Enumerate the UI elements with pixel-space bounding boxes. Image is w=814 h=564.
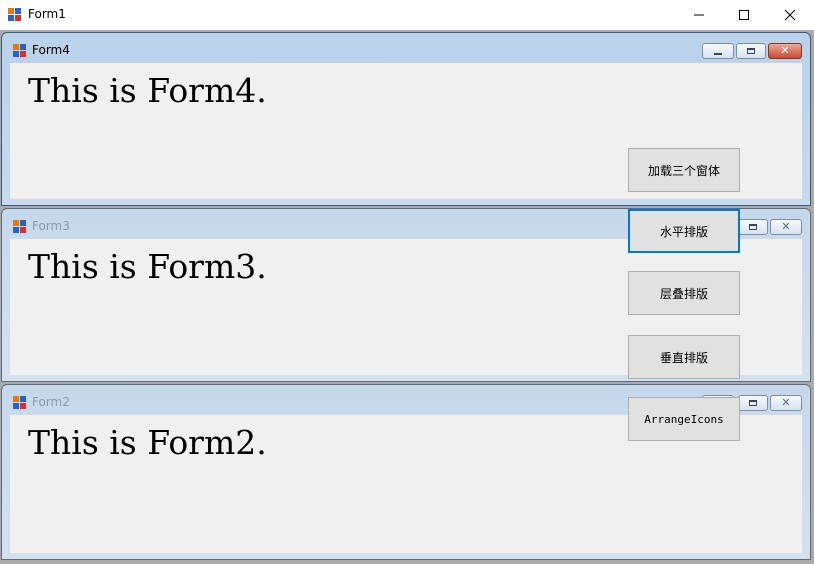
child-title: Form3 xyxy=(32,219,70,233)
child-minimize-button[interactable] xyxy=(702,43,734,59)
main-titlebar: Form1 xyxy=(0,0,814,30)
child-restore-button[interactable] xyxy=(738,219,768,235)
maximize-button[interactable] xyxy=(721,0,767,30)
arrange-icons-button[interactable]: ArrangeIcons xyxy=(628,397,740,441)
close-icon: ✕ xyxy=(781,220,791,233)
form-icon xyxy=(13,44,27,58)
close-button[interactable] xyxy=(767,0,813,30)
form-icon xyxy=(13,396,27,410)
restore-icon xyxy=(749,224,757,230)
child-close-button[interactable]: ✕ xyxy=(770,395,802,411)
form-message: This is Form3. xyxy=(28,247,267,286)
restore-icon xyxy=(747,48,755,54)
minimize-icon xyxy=(714,52,722,55)
child-titlebar[interactable] xyxy=(2,33,810,63)
close-icon xyxy=(784,9,796,21)
app-icon xyxy=(8,8,22,22)
close-icon: ✕ xyxy=(780,44,790,57)
maximize-icon xyxy=(739,10,749,20)
child-close-button[interactable]: ✕ xyxy=(768,43,802,59)
minimize-icon xyxy=(694,14,704,16)
close-icon: ✕ xyxy=(781,396,791,409)
form-message: This is Form2. xyxy=(28,423,267,462)
window-title: Form1 xyxy=(28,7,66,21)
minimize-button[interactable] xyxy=(676,0,722,30)
child-restore-button[interactable] xyxy=(738,395,768,411)
child-title: Form4 xyxy=(32,43,70,57)
cascade-button[interactable]: 层叠排版 xyxy=(628,271,740,315)
child-close-button[interactable]: ✕ xyxy=(770,219,802,235)
child-title: Form2 xyxy=(32,395,70,409)
child-restore-button[interactable] xyxy=(736,43,766,59)
form-icon xyxy=(13,220,27,234)
form-message: This is Form4. xyxy=(28,71,267,110)
load-three-forms-button[interactable]: 加载三个窗体 xyxy=(628,148,740,192)
tile-horizontal-button[interactable]: 水平排版 xyxy=(628,209,740,253)
restore-icon xyxy=(749,400,757,406)
tile-vertical-button[interactable]: 垂直排版 xyxy=(628,335,740,379)
